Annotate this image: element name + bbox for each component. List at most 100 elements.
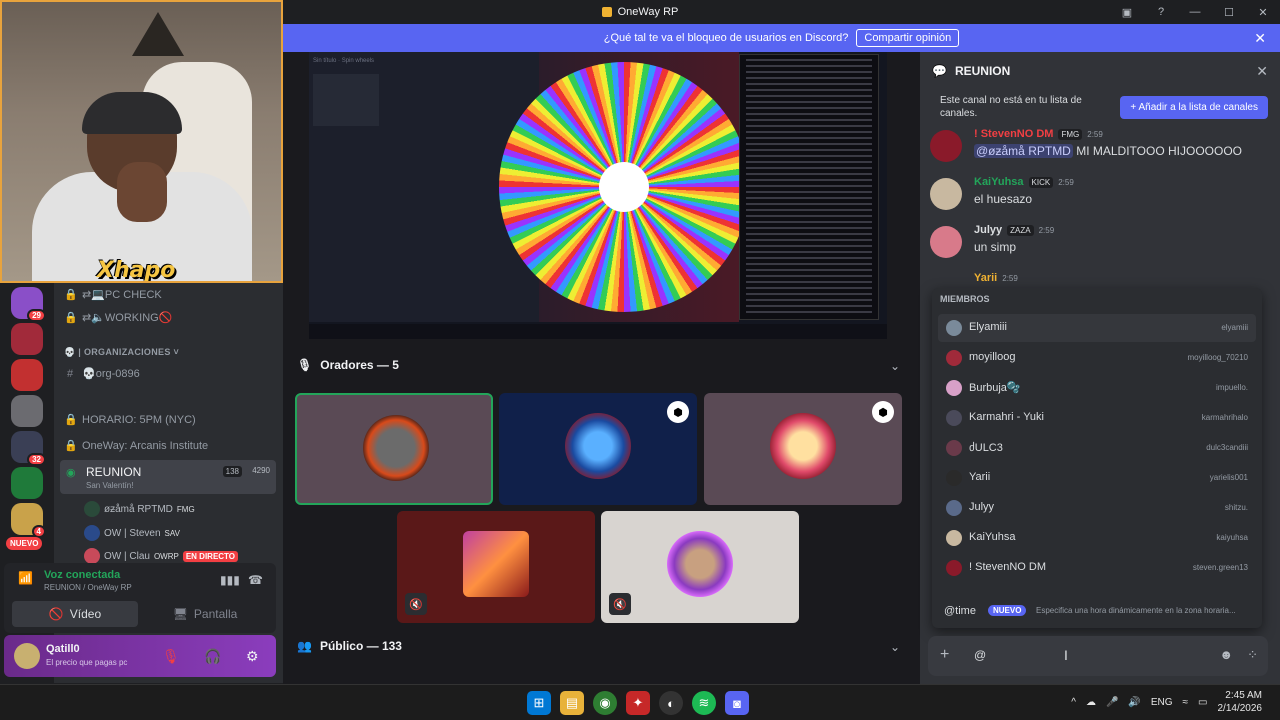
close-chat-icon[interactable]: ✕	[1256, 63, 1268, 80]
member-name: ! StevenNO DM	[969, 561, 1047, 573]
chevron-up-icon[interactable]: ^	[1071, 697, 1076, 708]
video-button[interactable]: 🚫 Vídeo	[12, 601, 138, 627]
feedback-button[interactable]: Compartir opinión	[856, 29, 960, 47]
disconnect-icon[interactable]: ☎	[248, 573, 263, 587]
avatar	[770, 413, 836, 479]
language-indicator[interactable]: ENG	[1151, 697, 1173, 708]
inbox-icon[interactable]: ▣	[1110, 6, 1144, 19]
screen-icon: 🖥	[172, 607, 188, 621]
discord-icon[interactable]: ◙	[725, 691, 749, 715]
member-username: karmahrihalo	[1201, 413, 1248, 422]
window-title: OneWay RP	[601, 6, 678, 18]
member-option[interactable]: KaiYuhsa kaiyuhsa	[938, 524, 1256, 552]
category-organizaciones[interactable]: 💀 | ORGANIZACIONES ˅	[64, 347, 179, 358]
speaker-tile[interactable]: ⬢	[499, 393, 697, 505]
add-channel-button[interactable]: + Añadir a la lista de canales	[1120, 96, 1268, 119]
chrome-icon[interactable]: ◉	[593, 691, 617, 715]
member-option[interactable]: Yarii yarielis001	[938, 464, 1256, 492]
member-option[interactable]: Julyy shitzu.	[938, 494, 1256, 522]
cloud-icon[interactable]: ☁	[1086, 697, 1096, 708]
speaker-tile[interactable]: 🔇	[601, 511, 799, 623]
user-count: 4290	[252, 466, 270, 475]
command-name: @time	[944, 605, 976, 617]
stream-taskbar	[309, 324, 887, 339]
headphones-icon[interactable]: 🎧	[204, 648, 221, 665]
clock[interactable]: 2:45 AM 2/14/2026	[1218, 689, 1263, 715]
voice-channel-reunion[interactable]: ◉ REUNION San Valentín! 138 4290	[60, 460, 276, 494]
message-author: Julyy	[974, 224, 1003, 236]
lock-icon: 🔒	[64, 414, 78, 426]
avatar[interactable]	[14, 643, 40, 669]
emoji-icon[interactable]: ☻	[1219, 647, 1233, 663]
channel-horario[interactable]: 🔒 HORARIO: 5PM (NYC)	[64, 413, 196, 427]
chevron-down-icon[interactable]: ⌄	[890, 359, 900, 373]
server-icon[interactable]: 29	[11, 287, 46, 322]
member-option[interactable]: Burbuja🫧 impuello.	[938, 374, 1256, 402]
banner-text: ¿Qué tal te va el bloqueo de usuarios en…	[603, 32, 849, 44]
file-explorer-icon[interactable]: ▤	[560, 691, 584, 715]
member-option[interactable]: Karmahri - Yuki karmahrihalo	[938, 404, 1256, 432]
speaker-tile[interactable]: ⬢	[704, 393, 902, 505]
server-icon[interactable]: 4	[11, 503, 46, 538]
chevron-down-icon[interactable]: ⌄	[890, 640, 900, 654]
server-icon[interactable]	[11, 323, 43, 355]
message-time: 2:59	[1002, 273, 1018, 283]
minimize-button[interactable]: —	[1178, 6, 1212, 18]
apps-icon[interactable]: ⁘	[1247, 647, 1258, 663]
channel-institute[interactable]: 🔒 OneWay: Arcanis Institute	[64, 439, 208, 453]
plus-icon[interactable]: +	[940, 646, 949, 664]
app-icon[interactable]: ✦	[626, 691, 650, 715]
mic-tray-icon[interactable]: 🎤	[1106, 697, 1118, 708]
member-option[interactable]: ძULC3 dulc3candiii	[938, 434, 1256, 462]
voice-user[interactable]: OW | Clau OWRP EN DIRECTO	[84, 548, 239, 564]
channel-pc-check[interactable]: 🔒 ⇄💻PC CHECK	[64, 288, 162, 301]
member-option[interactable]: moyilloog moyilloog_70210	[938, 344, 1256, 372]
server-icon[interactable]	[11, 395, 43, 427]
soundboard-icon[interactable]: ▮▮▮	[220, 573, 240, 587]
volume-tray-icon[interactable]: 🔊	[1128, 697, 1140, 708]
speakers-label: Oradores — 5	[320, 358, 399, 372]
server-badge: 29	[27, 309, 46, 322]
spotify-icon[interactable]: ≋	[692, 691, 716, 715]
voice-location[interactable]: REUNION / OneWay RP	[44, 583, 132, 592]
server-icon[interactable]	[11, 467, 43, 499]
battery-icon[interactable]: ▭	[1198, 697, 1207, 708]
channel-org[interactable]: # 💀org-0896	[64, 367, 140, 381]
help-icon[interactable]: ?	[1144, 6, 1178, 18]
command-option[interactable]: @time NUEVO Especifica una hora dinámica…	[938, 600, 1256, 624]
member-option[interactable]: Elyamiii elyamiii	[938, 314, 1256, 342]
member-name: Karmahri - Yuki	[969, 411, 1044, 423]
gear-icon[interactable]: ⚙	[246, 648, 259, 665]
voice-user[interactable]: øƶåmå RPTMD FMG	[84, 501, 195, 517]
message-author: ! StevenNO DM	[974, 128, 1054, 140]
channel-working[interactable]: 🔒 ⇄🔈WORKING🚫	[64, 311, 172, 324]
close-window-button[interactable]: ✕	[1246, 6, 1280, 19]
speaker-tile[interactable]	[295, 393, 493, 505]
app-icon[interactable]: ◐	[659, 691, 683, 715]
start-icon[interactable]: ⊞	[527, 691, 551, 715]
avatar	[946, 530, 962, 546]
screen-share-stream[interactable]: Sin título · Spin wheels	[309, 52, 887, 339]
app-logo-icon	[601, 7, 612, 17]
message-input[interactable]: + @ Ι ☻ ⁘	[928, 636, 1268, 676]
maximize-button[interactable]: ☐	[1212, 6, 1246, 19]
mention[interactable]: @øƶåmå RPTMD	[974, 144, 1073, 158]
network-icon[interactable]: ≈	[1183, 697, 1189, 708]
speakers-header[interactable]: 🎙 Oradores — 5	[297, 358, 399, 372]
server-icon[interactable]	[11, 359, 43, 391]
user-status: El precio que pagas pc	[46, 658, 128, 667]
member-name: moyilloog	[969, 351, 1016, 363]
speaker-tile[interactable]: 🔇	[397, 511, 595, 623]
close-banner-icon[interactable]: ✕	[1254, 30, 1266, 47]
member-option[interactable]: ! StevenNO DM steven.green13	[938, 554, 1256, 582]
audience-header[interactable]: 👥 Público — 133	[297, 639, 402, 653]
voice-channel-name: REUNION	[86, 465, 142, 479]
live-count: 138	[222, 466, 242, 477]
server-icon[interactable]: 32	[11, 431, 46, 466]
mute-icon[interactable]: 🎙	[162, 648, 180, 665]
message-input-value[interactable]: @	[974, 648, 986, 662]
screen-share-button[interactable]: 🖥 Pantalla	[142, 601, 268, 627]
signal-icon: 📶	[18, 571, 33, 585]
voice-user[interactable]: OW | Steven SAV	[84, 525, 180, 541]
stream-tab-labels: Sin título · Spin wheels	[313, 58, 375, 64]
